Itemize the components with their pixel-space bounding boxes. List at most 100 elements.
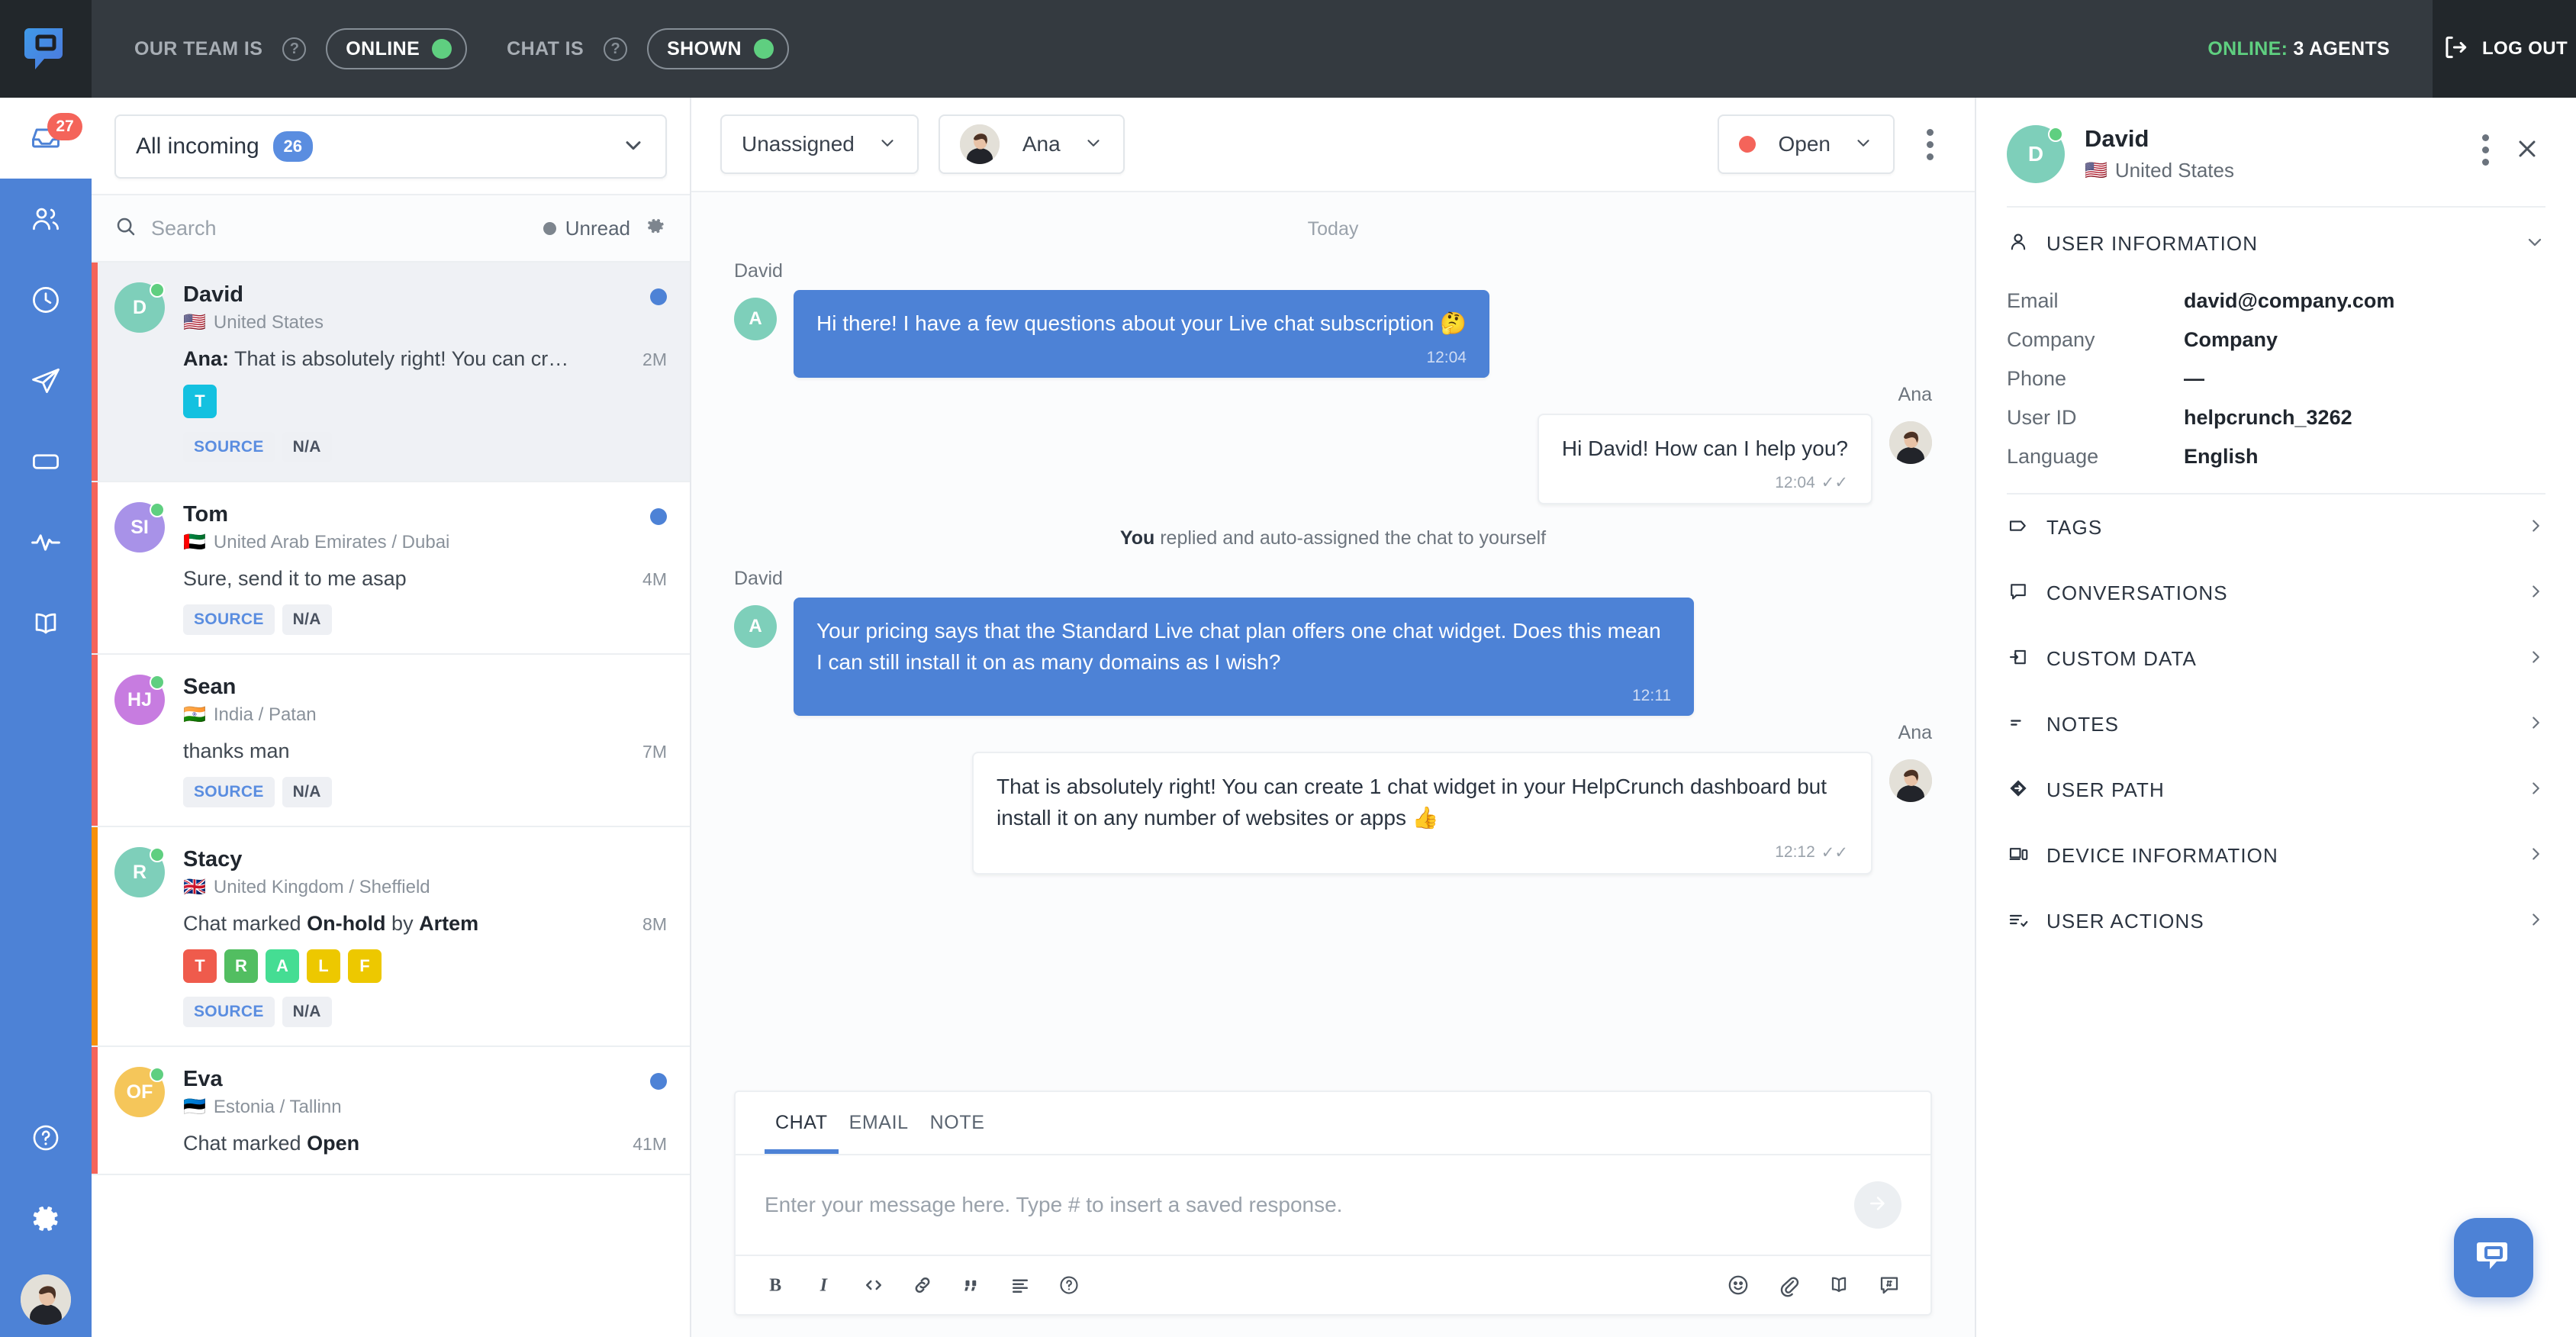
timestamp: 12:11 [1632, 687, 1671, 705]
list-item[interactable]: R Stacy 🇬🇧 United Kingdom / Sheffield Ch… [92, 827, 690, 1047]
chevron-down-icon [1853, 133, 1873, 156]
chevron-right-icon [2526, 713, 2545, 736]
tag-chip[interactable]: A [266, 949, 299, 983]
list-item[interactable]: SI Tom 🇦🇪 United Arab Emirates / Dubai S… [92, 482, 690, 655]
meta-chip: SOURCE [183, 604, 275, 635]
contact-location: 🇮🇳 India / Patan [183, 704, 667, 726]
list-settings-gear-icon[interactable] [644, 215, 667, 242]
list-icon[interactable] [1009, 1274, 1032, 1297]
avatar: D [2007, 125, 2065, 183]
team-status-toggle[interactable]: ONLINE [326, 28, 468, 69]
chat-more-options-button[interactable] [1914, 120, 1946, 169]
chat-status-help-icon[interactable]: ? [604, 37, 628, 61]
message-row: A Hi there! I have a few questions about… [734, 290, 1932, 378]
sidebar-item-reports[interactable] [0, 502, 92, 583]
tab-email[interactable]: EMAIL [839, 1092, 919, 1154]
section-label: CUSTOM DATA [2046, 646, 2197, 670]
tag-chip[interactable]: T [183, 385, 217, 418]
book-icon [29, 607, 63, 640]
sidebar-item-campaigns[interactable] [0, 340, 92, 421]
user-location-label: United States [2114, 159, 2234, 182]
country-flag-icon: 🇺🇸 [2085, 159, 2107, 181]
user-identity: David 🇺🇸 United States [2085, 125, 2234, 182]
user-actions-icon [2007, 908, 2030, 935]
tag-chip[interactable]: F [348, 949, 382, 983]
gear-icon [30, 1203, 62, 1235]
kebab-dot-icon [2482, 147, 2489, 153]
user-details-sections[interactable]: TAGS CONVERSATIONS CUSTOM DATA NOTES USE… [1976, 495, 2576, 954]
sidebar-item-help[interactable] [0, 1097, 92, 1178]
saved-response-icon[interactable] [1877, 1273, 1901, 1297]
emoji-icon[interactable] [1726, 1273, 1750, 1297]
field-value[interactable]: david@company.com [2184, 289, 2394, 313]
bold-icon[interactable]: B [765, 1274, 787, 1297]
list-item[interactable]: D David 🇺🇸 United States Ana: That is ab… [92, 263, 690, 482]
section-tags[interactable]: TAGS [2007, 495, 2545, 560]
day-separator: Today [1307, 218, 1359, 240]
knowledge-base-icon[interactable] [1827, 1273, 1851, 1297]
message-row: A Your pricing says that the Standard Li… [734, 598, 1932, 717]
online-status-icon [150, 675, 165, 690]
attachment-icon[interactable] [1776, 1273, 1801, 1297]
conversation-filter-dropdown[interactable]: All incoming 26 [114, 114, 667, 179]
field-value[interactable]: helpcrunch_3262 [2184, 406, 2352, 430]
tag-chip[interactable]: L [307, 949, 340, 983]
composer-tabs[interactable]: CHAT EMAIL NOTE [736, 1092, 1930, 1155]
italic-icon[interactable]: I [813, 1274, 836, 1297]
agent-dropdown[interactable]: Ana [938, 114, 1125, 174]
logout-button[interactable]: LOG OUT [2433, 0, 2576, 98]
field-value[interactable]: — [2184, 367, 2204, 391]
chevron-right-icon [2526, 582, 2545, 605]
user-information-section-header[interactable]: USER INFORMATION [1976, 208, 2576, 275]
status-bar [92, 263, 98, 481]
unread-indicator [650, 1073, 667, 1090]
send-button[interactable] [1854, 1181, 1901, 1229]
conversation-filter-wrap: All incoming 26 [92, 98, 690, 195]
field-value[interactable]: Company [2184, 328, 2278, 352]
link-icon[interactable] [911, 1274, 934, 1297]
tab-note[interactable]: NOTE [919, 1092, 996, 1154]
team-status-help-icon[interactable]: ? [282, 37, 307, 61]
meta-chip: N/A [282, 432, 332, 462]
search-input[interactable] [151, 216, 530, 240]
close-icon[interactable] [2509, 135, 2545, 166]
field-value[interactable]: English [2184, 445, 2259, 469]
chat-status-toggle[interactable]: SHOWN [647, 28, 789, 69]
sidebar-item-inbox[interactable]: 27 [0, 98, 92, 179]
tag-chip[interactable]: T [183, 949, 217, 983]
help-icon[interactable] [1058, 1274, 1080, 1297]
section-notes[interactable]: NOTES [2007, 691, 2545, 757]
sidebar-item-settings[interactable] [0, 1178, 92, 1259]
section-conversations[interactable]: CONVERSATIONS [2007, 560, 2545, 626]
tag-chip[interactable]: R [224, 949, 258, 983]
sidebar-item-knowledge-base[interactable] [0, 583, 92, 664]
field-label: Email [2007, 289, 2059, 312]
message-input[interactable] [765, 1193, 1854, 1217]
section-device-information[interactable]: DEVICE INFORMATION [2007, 823, 2545, 888]
chat-status-label: CHAT IS [507, 37, 584, 60]
unread-filter-button[interactable]: Unread [543, 217, 630, 240]
quote-icon[interactable] [960, 1274, 983, 1297]
user-more-options-button[interactable] [2470, 125, 2501, 175]
list-item[interactable]: OF Eva 🇪🇪 Estonia / Tallinn Chat marked … [92, 1047, 690, 1175]
avatar [1889, 420, 1932, 464]
sidebar-item-contacts[interactable] [0, 179, 92, 259]
section-user-actions[interactable]: USER ACTIONS [2007, 888, 2545, 954]
meta-chip: N/A [282, 777, 332, 807]
online-agents-prefix: ONLINE: [2207, 37, 2288, 60]
chat-status-dropdown[interactable]: Open [1717, 114, 1895, 174]
list-item[interactable]: HJ Sean 🇮🇳 India / Patan thanks man 7M S… [92, 655, 690, 827]
current-user-avatar[interactable] [21, 1274, 71, 1325]
tab-chat[interactable]: CHAT [765, 1092, 839, 1154]
sidebar-item-history[interactable] [0, 259, 92, 340]
section-custom-data[interactable]: CUSTOM DATA [2007, 626, 2545, 691]
country-flag-icon: 🇺🇸 [183, 312, 206, 333]
code-icon[interactable] [862, 1274, 885, 1297]
section-user-path[interactable]: USER PATH [2007, 757, 2545, 823]
sidebar-item-popups[interactable] [0, 421, 92, 502]
conversation-list[interactable]: D David 🇺🇸 United States Ana: That is ab… [92, 263, 690, 1337]
message-sender: David [734, 568, 783, 590]
chat-widget-launcher[interactable] [2454, 1218, 2533, 1297]
assignee-dropdown[interactable]: Unassigned [720, 114, 919, 174]
app-logo[interactable] [0, 0, 92, 98]
